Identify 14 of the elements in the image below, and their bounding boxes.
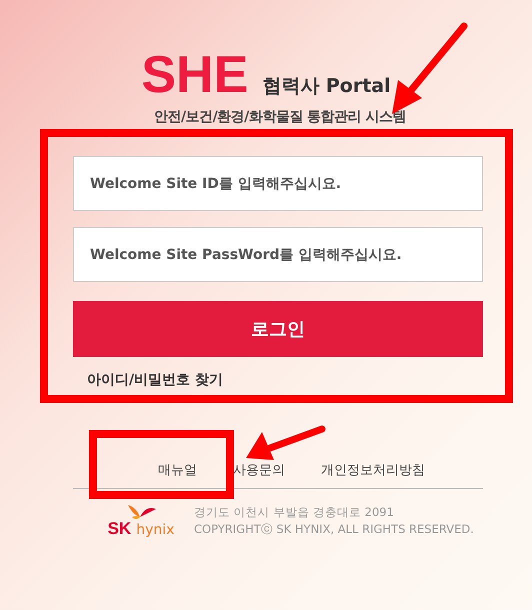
brand-name: hynix	[136, 522, 174, 538]
password-field[interactable]: Welcome Site PassWord를 입력해주십시요.	[73, 227, 483, 282]
footer-link[interactable]: 사용문의	[233, 461, 285, 479]
subtitle: 안전/보건/환경/화학물질 통합관리 시스템	[154, 108, 406, 126]
find-account-link[interactable]: 아이디/비밀번호 찾기	[87, 371, 223, 389]
login-button[interactable]: 로그인	[73, 301, 483, 357]
logo-text: SHE	[141, 48, 248, 102]
address-text: 경기도 이천시 부발읍 경충대로 2091	[194, 505, 395, 520]
footer-link[interactable]: 개인정보처리방침	[321, 461, 425, 479]
brand-mark: SK	[108, 519, 132, 539]
id-field[interactable]: Welcome Site ID를 입력해주십시요.	[73, 156, 483, 211]
copyright-text: COPYRIGHTⓒ SK HYNIX, ALL RIGHTS RESERVED.	[194, 522, 474, 537]
portal-title: 협력사 Portal	[262, 74, 391, 99]
footer-link[interactable]: 매뉴얼	[158, 461, 197, 479]
